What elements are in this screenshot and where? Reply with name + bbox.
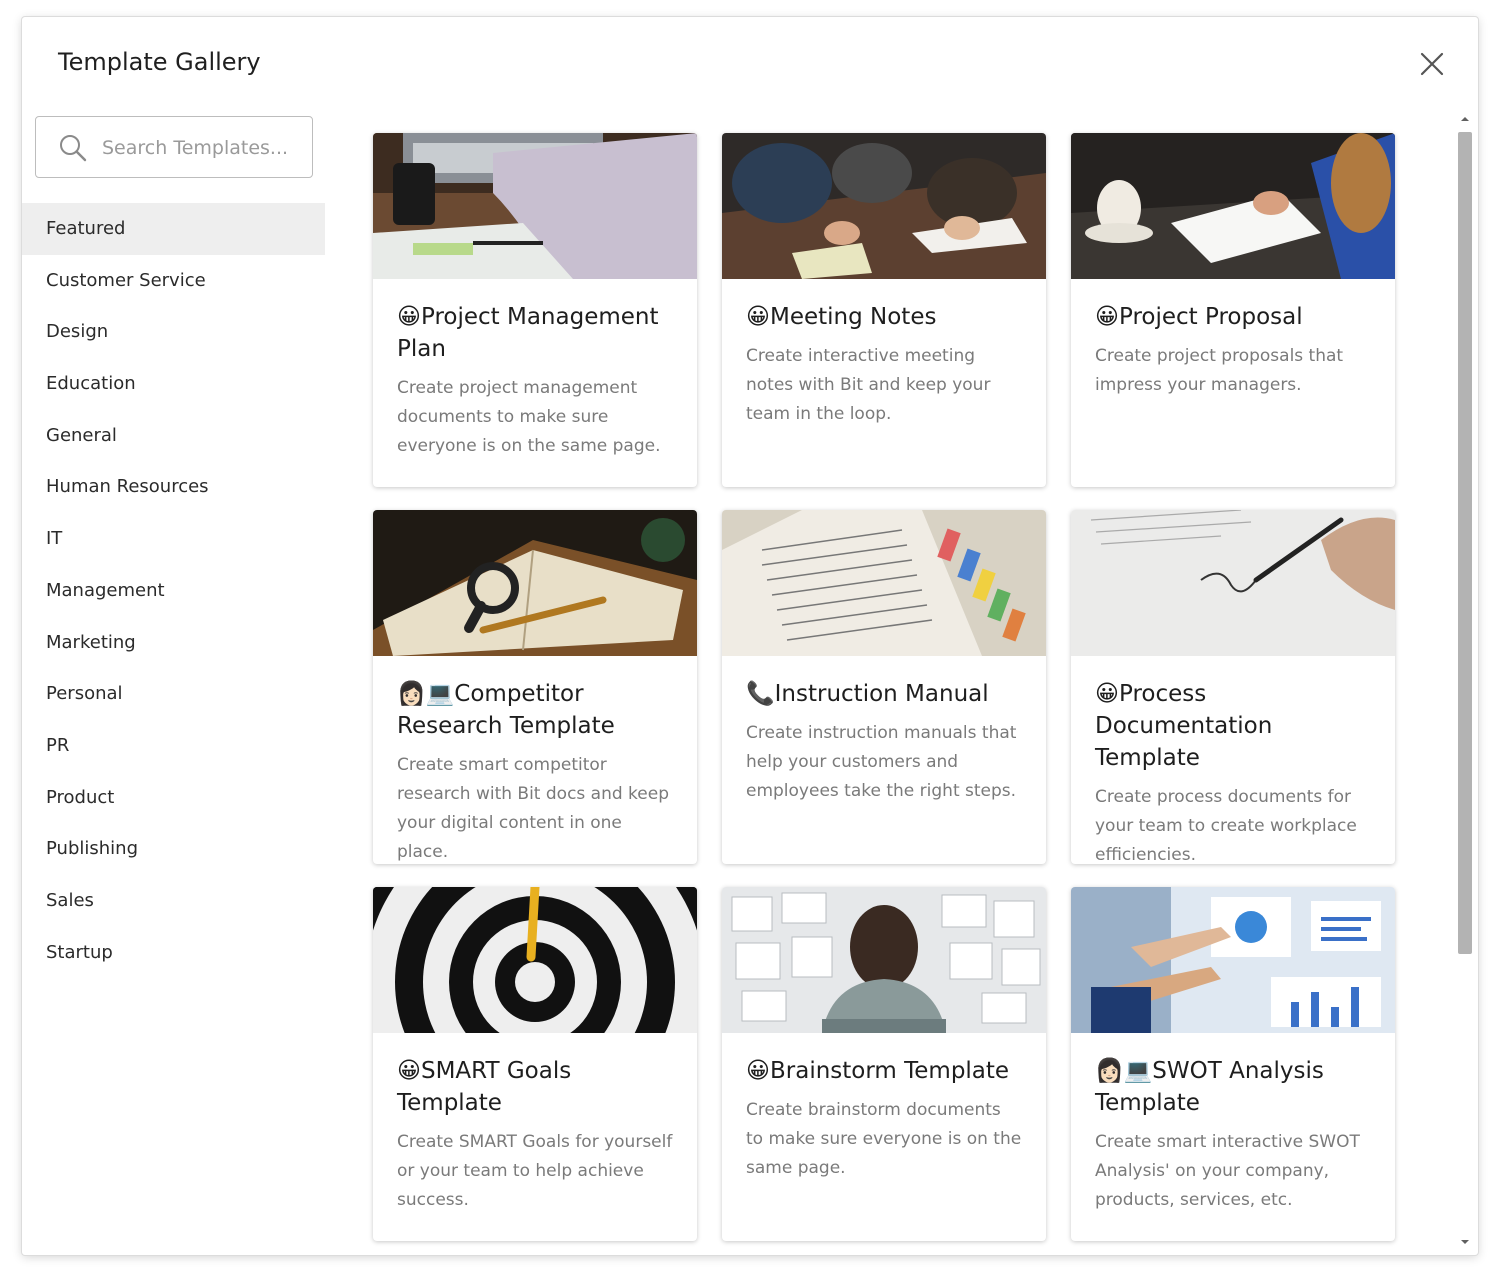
template-card[interactable]: 😀Meeting Notes Create interactive meetin… [722, 133, 1046, 487]
search-box [35, 116, 313, 178]
template-card[interactable]: 😀Project Proposal Create project proposa… [1071, 133, 1395, 487]
smiley-emoji-icon: 😀 [746, 1058, 770, 1084]
category-marketing[interactable]: Marketing [22, 617, 325, 669]
woman-technologist-emoji-icon: 👩🏻💻 [397, 681, 455, 707]
template-description: Create project proposals that impress yo… [1095, 346, 1344, 395]
template-gallery-modal: Template Gallery Featured Customer Servi… [22, 17, 1478, 1255]
category-education[interactable]: Education [22, 358, 325, 410]
meeting-table-photo [722, 133, 1046, 279]
smiley-emoji-icon: 😀 [397, 304, 421, 330]
category-customer-service[interactable]: Customer Service [22, 255, 325, 307]
category-design[interactable]: Design [22, 306, 325, 358]
category-list: Featured Customer Service Design Educati… [22, 203, 325, 978]
notebook-coffee-photo [1071, 133, 1395, 279]
template-title: 📞Instruction Manual [746, 681, 989, 707]
template-description: Create instruction manuals that help you… [746, 723, 1017, 801]
template-description: Create smart competitor research with Bi… [397, 755, 670, 862]
template-title: 😀Meeting Notes [746, 304, 937, 330]
dartboard-photo [373, 887, 697, 1033]
smiley-emoji-icon: 😀 [1095, 681, 1119, 707]
category-management[interactable]: Management [22, 565, 325, 617]
template-card[interactable]: 😀SMART Goals Template Create SMART Goals… [373, 887, 697, 1241]
tabbed-book-photo [722, 510, 1046, 656]
template-description: Create SMART Goals for yourself or your … [397, 1132, 673, 1210]
template-card[interactable]: 😀Brainstorm Template Create brainstorm d… [722, 887, 1046, 1241]
template-title: 😀SMART Goals Template [397, 1058, 572, 1116]
smiley-emoji-icon: 😀 [746, 304, 770, 330]
category-it[interactable]: IT [22, 513, 325, 565]
modal-title: Template Gallery [58, 48, 261, 76]
signing-document-photo [1071, 510, 1395, 656]
template-title: 😀Project Proposal [1095, 304, 1303, 330]
category-personal[interactable]: Personal [22, 668, 325, 720]
close-icon [1420, 52, 1444, 76]
search-icon [60, 135, 87, 162]
woman-technologist-emoji-icon: 👩🏻💻 [1095, 1058, 1153, 1084]
smiley-emoji-icon: 😀 [1095, 304, 1119, 330]
smiley-emoji-icon: 😀 [397, 1058, 421, 1084]
category-product[interactable]: Product [22, 772, 325, 824]
charts-presentation-photo [1071, 887, 1395, 1033]
wall-of-sketches-photo [722, 887, 1046, 1033]
template-description: Create smart interactive SWOT Analysis' … [1095, 1132, 1360, 1210]
template-title: 👩🏻💻SWOT Analysis Template [1095, 1058, 1324, 1116]
category-startup[interactable]: Startup [22, 927, 325, 979]
template-card[interactable]: 😀Project Management Plan Create project … [373, 133, 697, 487]
template-title: 😀Project Management Plan [397, 304, 659, 362]
laptop-desk-photo [373, 133, 697, 279]
template-description: Create interactive meeting notes with Bi… [746, 346, 991, 424]
category-general[interactable]: General [22, 410, 325, 462]
template-title: 😀Process Documentation Template [1095, 681, 1273, 771]
vertical-scrollbar[interactable] [1456, 110, 1474, 1251]
template-title: 👩🏻💻Competitor Research Template [397, 681, 615, 739]
template-card[interactable]: 👩🏻💻Competitor Research Template Create s… [373, 510, 697, 864]
template-description: Create process documents for your team t… [1095, 787, 1357, 864]
template-card[interactable]: 👩🏻💻SWOT Analysis Template Create smart i… [1071, 887, 1395, 1241]
category-featured[interactable]: Featured [22, 203, 325, 255]
template-card[interactable]: 😀Process Documentation Template Create p… [1071, 510, 1395, 864]
category-publishing[interactable]: Publishing [22, 823, 325, 875]
close-button[interactable] [1415, 47, 1449, 81]
telephone-receiver-emoji-icon: 📞 [746, 681, 775, 707]
template-description: Create brainstorm documents to make sure… [746, 1100, 1022, 1178]
search-input[interactable] [102, 131, 302, 165]
category-human-resources[interactable]: Human Resources [22, 461, 325, 513]
template-description: Create project management documents to m… [397, 378, 661, 456]
scrollbar-thumb[interactable] [1458, 132, 1472, 954]
scroll-up-arrow-icon[interactable] [1459, 113, 1471, 125]
category-sales[interactable]: Sales [22, 875, 325, 927]
template-title: 😀Brainstorm Template [746, 1058, 1010, 1084]
scroll-down-arrow-icon[interactable] [1459, 1236, 1471, 1248]
template-card[interactable]: 📞Instruction Manual Create instruction m… [722, 510, 1046, 864]
category-pr[interactable]: PR [22, 720, 325, 772]
magnifier-book-photo [373, 510, 697, 656]
